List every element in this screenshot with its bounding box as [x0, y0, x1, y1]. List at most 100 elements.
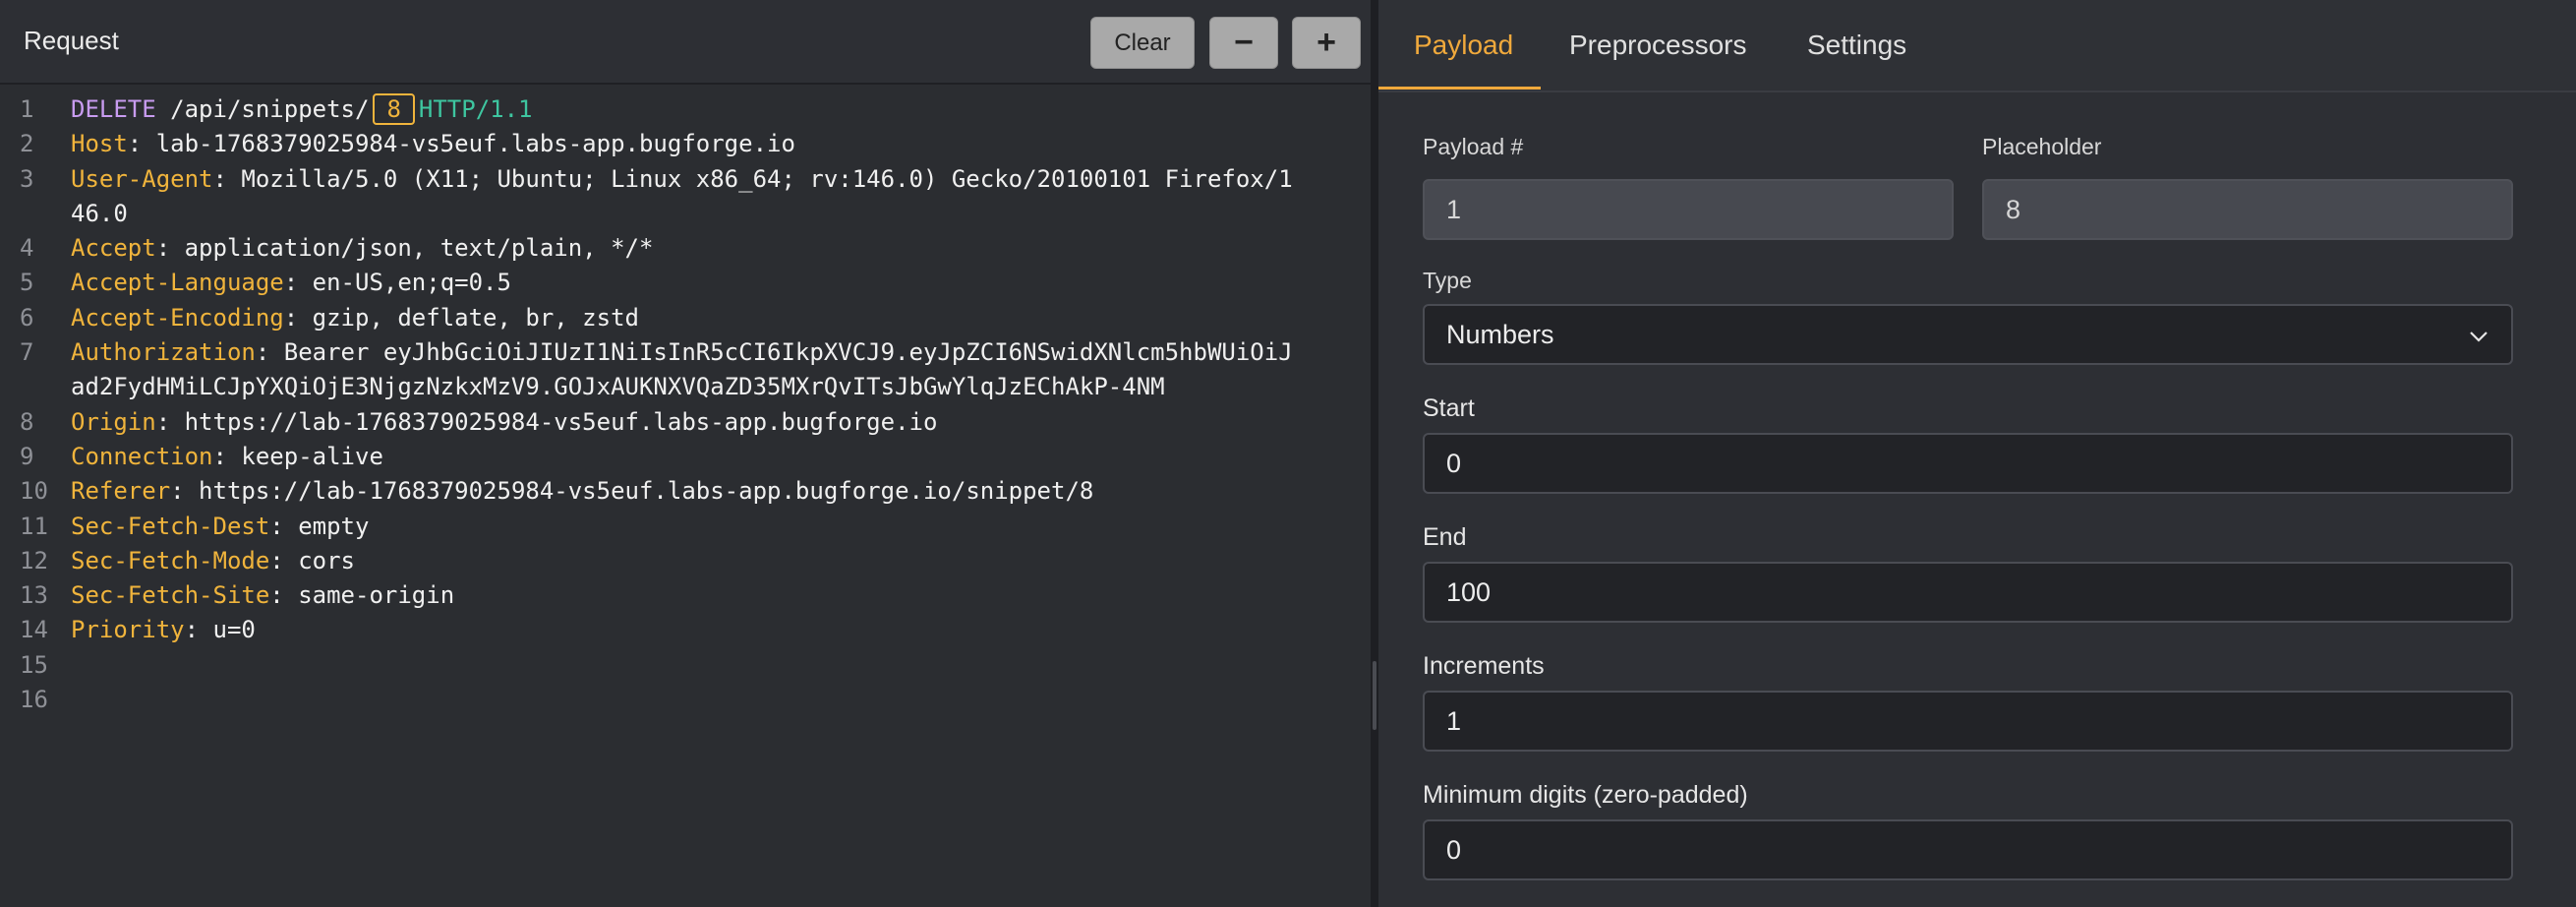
line-content: User-Agent: Mozilla/5.0 (X11; Ubuntu; Li…	[71, 162, 1293, 197]
line-content: 46.0	[71, 197, 128, 231]
header-value: : cors	[269, 546, 355, 574]
header-name: Host	[71, 130, 128, 158]
line-content: Sec-Fetch-Dest: empty	[71, 510, 369, 544]
line-number	[0, 197, 71, 231]
tab-preprocessors[interactable]: Preprocessors	[1569, 30, 1747, 61]
line-content: Sec-Fetch-Site: same-origin	[71, 578, 454, 613]
line-content: Origin: https://lab-1768379025984-vs5euf…	[71, 405, 937, 440]
header-value: : lab-1768379025984-vs5euf.labs-app.bugf…	[127, 130, 795, 158]
request-line[interactable]: 6 Accept-Encoding: gzip, deflate, br, zst…	[0, 301, 1367, 335]
request-line[interactable]: 14 Priority: u=0	[0, 613, 1367, 647]
line-content: ad2FydHMiLCJpYXQiOjE3NjgzNzkxMzV9.GOJxAU…	[71, 370, 1165, 404]
increments-label: Increments	[1423, 652, 1545, 680]
payload-number-label: Payload #	[1423, 134, 1524, 159]
request-line[interactable]: 15	[0, 648, 1367, 683]
splitter-grip[interactable]	[1373, 661, 1376, 730]
start-input[interactable]: 0	[1423, 433, 2513, 494]
header-value: : same-origin	[269, 581, 455, 610]
line-content: Accept-Language: en-US,en;q=0.5	[71, 266, 511, 300]
line-content: Accept: application/json, text/plain, */…	[71, 231, 653, 266]
payload-marker[interactable]: 8	[373, 93, 415, 125]
request-line[interactable]: 11 Sec-Fetch-Dest: empty	[0, 510, 1367, 544]
line-number: 13	[20, 581, 48, 610]
line-content: Authorization: Bearer eyJhbGciOiJIUzI1Ni…	[71, 335, 1293, 370]
line-number: 5	[20, 269, 34, 297]
end-label: End	[1423, 523, 1467, 551]
type-select-value: Numbers	[1446, 319, 1554, 349]
clear-button[interactable]: Clear	[1090, 17, 1195, 69]
line-number: 9	[20, 442, 34, 470]
http-protocol: HTTP/1.1	[418, 95, 533, 123]
request-line[interactable]: 12 Sec-Fetch-Mode: cors	[0, 544, 1367, 578]
line-number: 4	[20, 234, 34, 263]
request-title: Request	[24, 26, 119, 55]
request-line[interactable]: 46.0	[0, 197, 1367, 231]
line-number: 1	[20, 95, 34, 123]
line-number: 14	[20, 616, 48, 644]
line-content: DELETE /api/snippets/8 HTTP/1.1	[71, 92, 533, 127]
request-line[interactable]: 4 Accept: application/json, text/plain, *…	[0, 231, 1367, 266]
request-line[interactable]: 10 Referer: https://lab-1768379025984-vs5…	[0, 474, 1367, 509]
header-value: : empty	[269, 512, 370, 540]
header-name: Accept	[71, 234, 156, 263]
request-line[interactable]: 5 Accept-Language: en-US,en;q=0.5	[0, 266, 1367, 300]
header-value: : Mozilla/5.0 (X11; Ubuntu; Linux x86_64…	[212, 164, 1293, 193]
line-number: 11	[20, 512, 48, 540]
placeholder-label: Placeholder	[1982, 134, 2102, 159]
type-label: Type	[1423, 268, 1472, 293]
header-name: Authorization	[71, 338, 256, 367]
header-value: : en-US,en;q=0.5	[283, 269, 511, 297]
request-line[interactable]: 9 Connection: keep-alive	[0, 440, 1367, 474]
header-name: Sec-Fetch-Site	[71, 581, 270, 610]
zoom-out-button[interactable]: −	[1209, 17, 1278, 69]
tab-settings[interactable]: Settings	[1807, 30, 1906, 61]
config-tabs: Payload Preprocessors Settings	[1378, 0, 2576, 92]
line-content: Sec-Fetch-Mode: cors	[71, 544, 355, 578]
intruder-app: Request Clear − + 1 DELETE /api/snippets/…	[0, 0, 2576, 907]
request-editor[interactable]: 1 DELETE /api/snippets/8 HTTP/1.1 2 Host: la…	[0, 92, 1367, 717]
header-name: Sec-Fetch-Mode	[71, 546, 270, 574]
end-input[interactable]: 100	[1423, 562, 2513, 623]
line-content: Connection: keep-alive	[71, 440, 383, 474]
header-value: : keep-alive	[212, 442, 383, 470]
line-content: Host: lab-1768379025984-vs5euf.labs-app.…	[71, 127, 795, 161]
request-pane: Request Clear − + 1 DELETE /api/snippets/…	[0, 0, 1371, 907]
line-number: 6	[20, 303, 34, 332]
header-value: : application/json, text/plain, */*	[155, 234, 654, 263]
line-number: 16	[20, 686, 48, 714]
header-value: : gzip, deflate, br, zstd	[283, 303, 639, 332]
line-number: 7	[20, 338, 34, 367]
request-line[interactable]: 7 Authorization: Bearer eyJhbGciOiJIUzI1N…	[0, 335, 1367, 370]
placeholder-field: 8	[1982, 179, 2513, 240]
header-name: Referer	[71, 477, 171, 506]
header-name: Accept-Encoding	[71, 303, 284, 332]
line-number: 15	[20, 650, 48, 679]
header-name: Connection	[71, 442, 213, 470]
header-name: Accept-Language	[71, 269, 284, 297]
request-header: Request Clear − +	[0, 0, 1371, 85]
header-value: : https://lab-1768379025984-vs5euf.labs-…	[170, 477, 1094, 506]
request-line[interactable]: 1 DELETE /api/snippets/8 HTTP/1.1	[0, 92, 1367, 127]
header-name: Origin	[71, 407, 156, 436]
request-line[interactable]: 13 Sec-Fetch-Site: same-origin	[0, 578, 1367, 613]
request-line[interactable]: 3 User-Agent: Mozilla/5.0 (X11; Ubuntu; L…	[0, 162, 1367, 197]
header-value: : u=0	[184, 616, 256, 644]
header-name: User-Agent	[71, 164, 213, 193]
request-line[interactable]: 16	[0, 683, 1367, 717]
request-line[interactable]: 2 Host: lab-1768379025984-vs5euf.labs-app…	[0, 127, 1367, 161]
line-content: Accept-Encoding: gzip, deflate, br, zstd	[71, 301, 639, 335]
min-digits-input[interactable]: 0	[1423, 819, 2513, 880]
line-number: 8	[20, 407, 34, 436]
pane-splitter[interactable]	[1371, 0, 1378, 907]
header-value: 46.0	[71, 199, 128, 227]
min-digits-label: Minimum digits (zero-padded)	[1423, 781, 1748, 809]
zoom-in-button[interactable]: +	[1292, 17, 1361, 69]
http-method: DELETE	[71, 95, 156, 123]
line-number: 3	[20, 164, 34, 193]
tab-payload[interactable]: Payload	[1414, 30, 1513, 61]
type-select[interactable]: Numbers	[1423, 304, 2513, 365]
request-line[interactable]: 8 Origin: https://lab-1768379025984-vs5eu…	[0, 405, 1367, 440]
increments-input[interactable]: 1	[1423, 691, 2513, 752]
header-name: Priority	[71, 616, 185, 644]
request-line[interactable]: ad2FydHMiLCJpYXQiOjE3NjgzNzkxMzV9.GOJxAU…	[0, 370, 1367, 404]
